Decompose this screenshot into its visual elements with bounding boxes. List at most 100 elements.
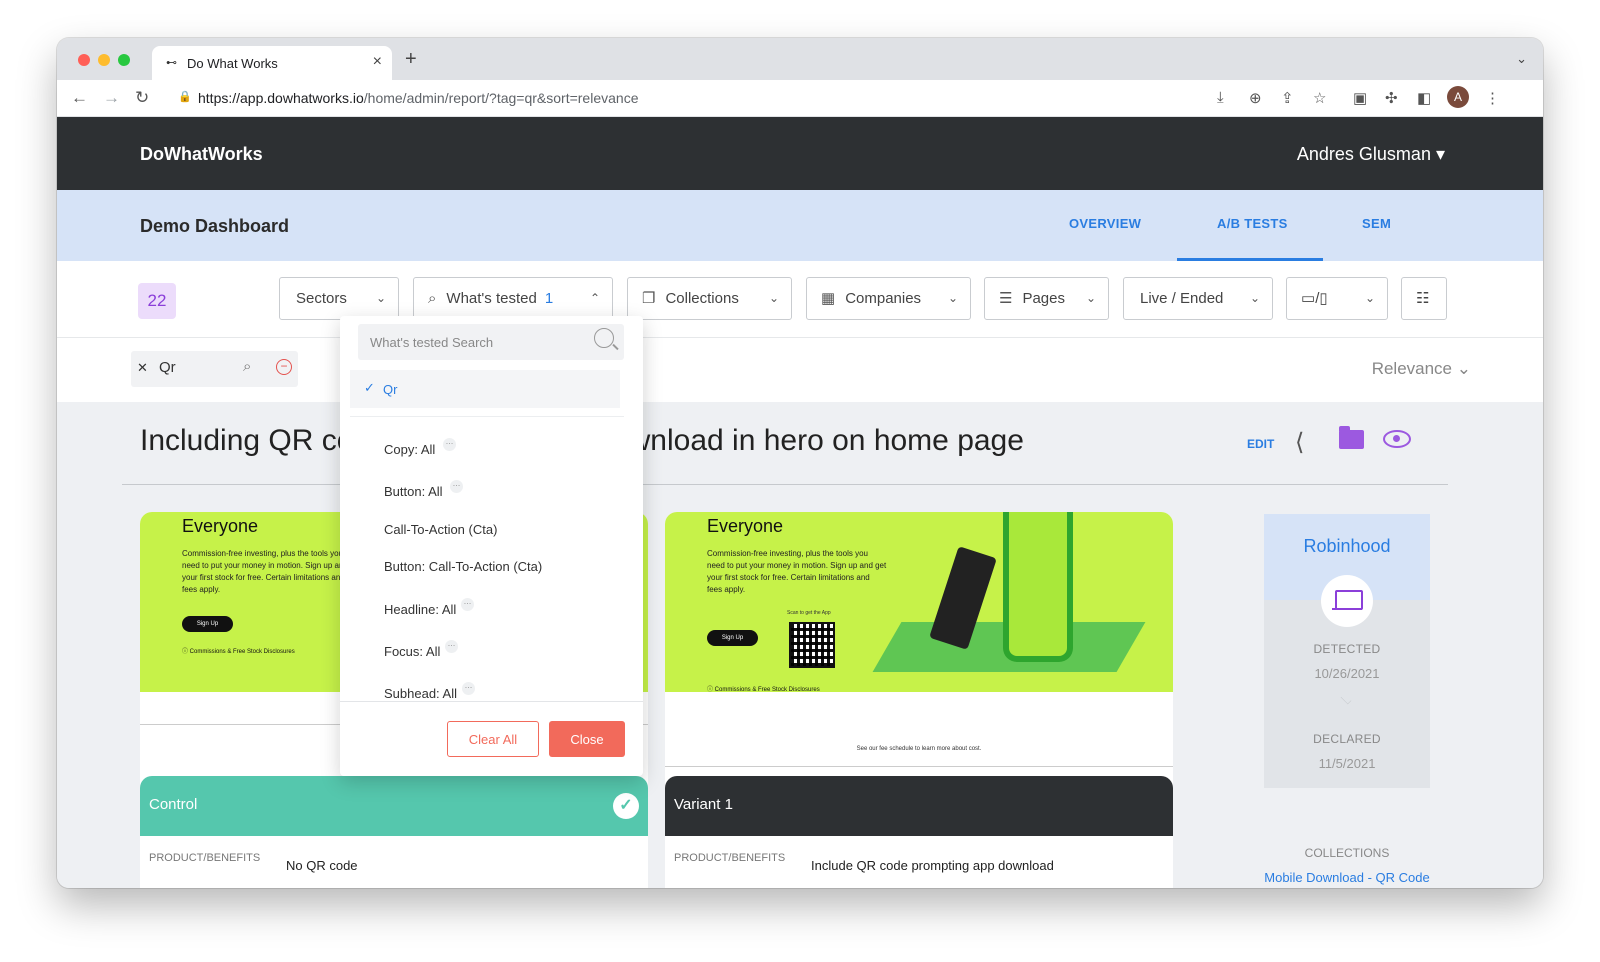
dropdown-option[interactable]: Button: All	[384, 484, 443, 499]
more-options-icon[interactable]: …	[450, 480, 463, 493]
dropdown-option[interactable]: Call-To-Action (Cta)	[384, 522, 497, 537]
dropdown-selected-option[interactable]: ✓ Qr	[350, 370, 620, 408]
chevron-down-icon: ⌄	[1456, 359, 1471, 378]
pages-filter-button[interactable]: ☰ Pages ⌄	[984, 277, 1109, 320]
back-icon[interactable]: ←	[71, 88, 88, 108]
collections-filter-button[interactable]: ❐ Collections ⌄	[627, 277, 792, 320]
more-options-icon[interactable]: …	[461, 598, 474, 611]
winner-check-icon: ✓	[613, 793, 639, 819]
brand-logo[interactable]: DoWhatWorks	[140, 144, 263, 165]
search-page-icon[interactable]: ⌕	[243, 358, 251, 375]
variant-screenshot: Everyone Commission-free investing, plus…	[665, 512, 1173, 693]
puzzle-icon[interactable]: ✣	[1385, 89, 1398, 107]
whats-tested-dropdown: ✓ Qr Copy: All … Button: All … Call-To-A…	[340, 316, 643, 776]
search-icon[interactable]	[594, 328, 614, 348]
dropdown-option[interactable]: Focus: All	[384, 644, 440, 659]
tag-label: Qr	[159, 359, 176, 376]
folder-icon[interactable]	[1339, 426, 1364, 449]
more-options-icon[interactable]: …	[445, 640, 458, 653]
dropdown-option[interactable]: Button: Call-To-Action (Cta)	[384, 559, 542, 574]
browser-tab[interactable]: ⊷ Do What Works ×	[152, 46, 392, 80]
url-host: https://app.dowhatworks.io	[198, 90, 364, 106]
shot-text: Commission-free investing, plus the tool…	[182, 549, 362, 594]
zoom-icon[interactable]: ⊕	[1249, 89, 1262, 107]
option-label: Call-To-Action (Cta)	[384, 522, 498, 537]
chevron-down-icon: ⌄	[375, 291, 386, 305]
whats-tested-label: What's tested	[446, 290, 537, 307]
close-tab-icon[interactable]: ×	[373, 53, 382, 71]
tab-sem[interactable]: SEM	[1362, 216, 1391, 231]
more-options-icon[interactable]: …	[462, 682, 475, 695]
shot-text: Commission-free investing, plus the tool…	[707, 549, 887, 594]
whats-tested-count: 1	[544, 290, 554, 307]
control-label: Control	[149, 796, 198, 813]
address-bar[interactable]: https://app.dowhatworks.io/home/admin/re…	[198, 90, 638, 106]
profile-avatar[interactable]: A	[1447, 86, 1469, 108]
shot-divider	[665, 766, 1173, 767]
close-button[interactable]: Close	[549, 721, 625, 757]
chevron-down-icon: ⌄	[947, 291, 958, 305]
maximize-window-button[interactable]	[118, 54, 130, 66]
shot-headline: Everyone	[182, 516, 259, 536]
shot-qr-caption: Scan to get the App	[787, 610, 831, 616]
browser-window: ⊷ Do What Works × + ⌄ ← → ↻ 🔒 https://ap…	[57, 38, 1543, 888]
building-icon: ▦	[821, 290, 836, 307]
tab-overview[interactable]: OVERVIEW	[1069, 216, 1141, 231]
shot-disclosure: ⓘ Commissions & Free Stock Disclosures	[707, 687, 820, 693]
shot-signup-button: Sign Up	[182, 616, 233, 632]
tab-search-chevron-icon[interactable]: ⌄	[1516, 51, 1527, 67]
active-tag-chip: ✕ Qr ⌕ −	[131, 351, 298, 387]
whats-tested-search-input[interactable]	[370, 327, 580, 357]
dropdown-option[interactable]: Subhead: All	[384, 686, 457, 701]
tab-ab-tests[interactable]: A/B TESTS	[1217, 216, 1288, 231]
lock-icon: 🔒	[178, 91, 192, 103]
remove-tag-icon[interactable]: ✕	[137, 360, 148, 376]
advanced-filters-button[interactable]: ☷	[1401, 277, 1447, 320]
app-header: DoWhatWorks Andres Glusman ▾	[57, 117, 1543, 190]
companies-filter-button[interactable]: ▦ Companies ⌄	[806, 277, 971, 320]
declared-date: 11/5/2021	[1318, 756, 1376, 771]
extension-icon[interactable]: ▣	[1353, 89, 1367, 107]
collection-link[interactable]: Mobile Download - QR Code	[1264, 868, 1430, 888]
checkmark-icon: ✓	[364, 380, 375, 395]
live-ended-filter-button[interactable]: Live / Ended ⌄	[1123, 277, 1273, 320]
new-tab-icon[interactable]: +	[405, 48, 417, 71]
whats-tested-filter-button[interactable]: ⌕ What's tested 1 ⌃	[413, 277, 613, 320]
bookmark-star-icon[interactable]: ☆	[1313, 89, 1326, 107]
detected-date: 10/26/2021	[1314, 666, 1380, 681]
variant-label: Variant 1	[674, 796, 733, 813]
dropdown-option[interactable]: Copy: All	[384, 442, 435, 457]
reload-icon[interactable]: ↻	[135, 88, 149, 108]
option-label: Copy: All	[384, 442, 436, 457]
user-menu[interactable]: Andres Glusman ▾	[1297, 144, 1445, 165]
dropdown-option[interactable]: Headline: All	[384, 602, 456, 617]
company-name[interactable]: Robinhood	[1264, 536, 1430, 557]
pages-label: Pages	[1022, 290, 1065, 307]
shot-footer: See our fee schedule to learn more about…	[856, 746, 982, 752]
variant-label-bar: Variant 1	[665, 776, 1173, 836]
mobile-icon: ▯	[1319, 290, 1328, 307]
sectors-filter-button[interactable]: Sectors ⌄	[279, 277, 399, 320]
minimize-window-button[interactable]	[98, 54, 110, 66]
variant-card[interactable]: Everyone Commission-free investing, plus…	[665, 512, 1173, 888]
eye-icon[interactable]	[1383, 430, 1411, 448]
sidebar-icon[interactable]: ◧	[1417, 89, 1431, 107]
minus-circle-icon[interactable]: −	[276, 359, 292, 375]
active-tags-bar: ✕ Qr ⌕ − Relevance ⌄	[57, 338, 1543, 402]
install-icon[interactable]: ⤓	[1217, 89, 1224, 106]
clear-all-button[interactable]: Clear All	[447, 721, 539, 757]
more-menu-icon[interactable]: ⋮	[1485, 89, 1500, 107]
more-options-icon[interactable]: …	[443, 438, 456, 451]
forward-icon[interactable]: →	[103, 88, 120, 108]
option-label: Button: Call-To-Action (Cta)	[384, 559, 543, 574]
device-filter-button[interactable]: ▭/▯ ⌄	[1286, 277, 1388, 320]
favicon-icon: ⊷	[166, 57, 177, 69]
close-window-button[interactable]	[78, 54, 90, 66]
dropdown-search-box	[358, 324, 624, 360]
sort-dropdown[interactable]: Relevance ⌄	[1372, 359, 1471, 379]
option-label: Subhead: All	[384, 686, 458, 701]
edit-link[interactable]: EDIT	[1247, 437, 1274, 451]
share-icon[interactable]: ⟨	[1295, 428, 1304, 457]
share-page-icon[interactable]: ⇪	[1281, 89, 1294, 107]
control-description: No QR code	[286, 858, 358, 873]
